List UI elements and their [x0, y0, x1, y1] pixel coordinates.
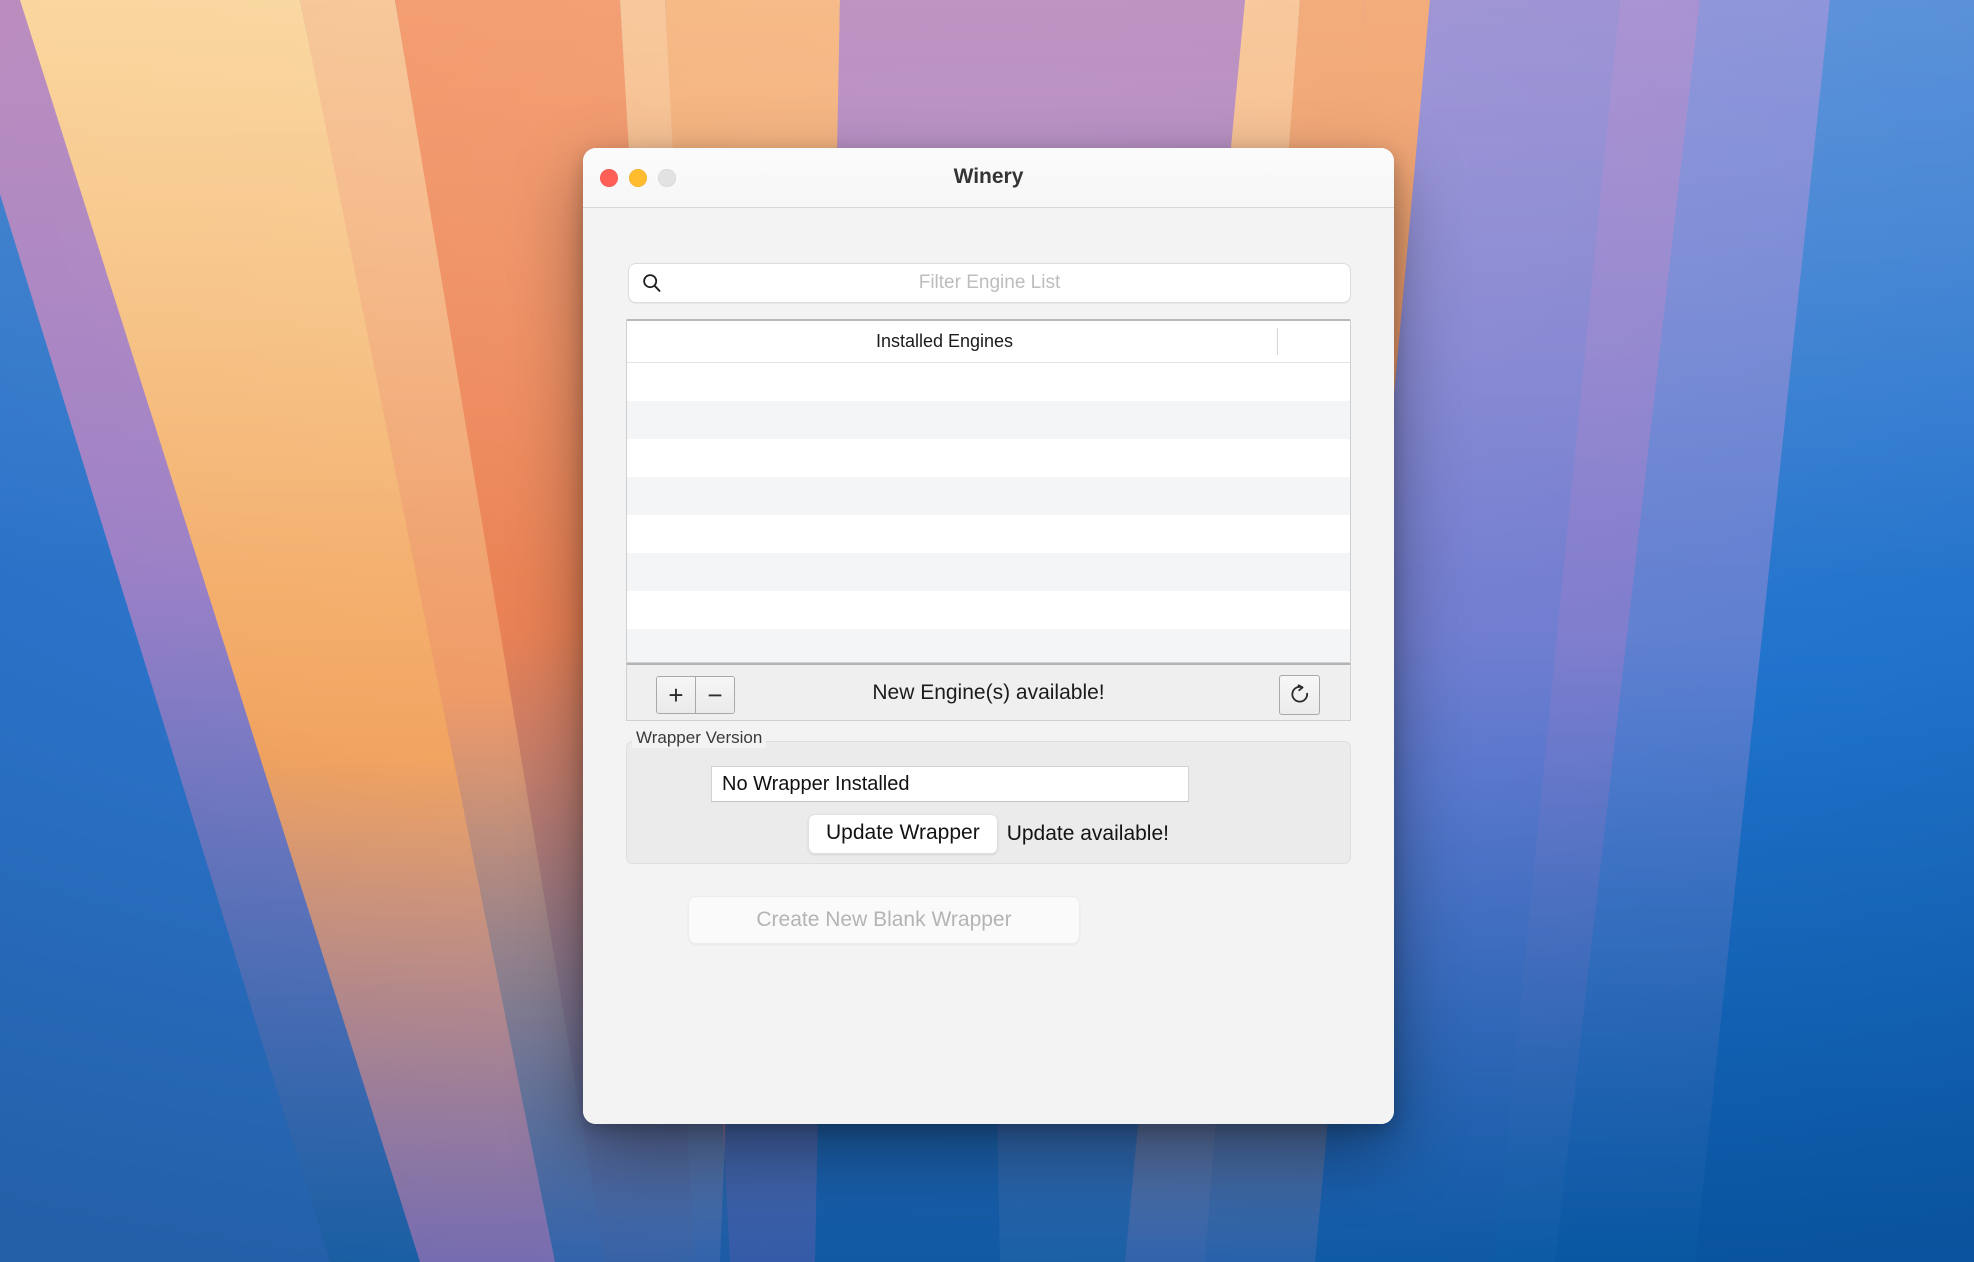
- window-titlebar[interactable]: Winery: [583, 148, 1394, 208]
- table-row[interactable]: [627, 439, 1350, 477]
- wrapper-version-group-label: Wrapper Version: [632, 728, 767, 748]
- remove-engine-button[interactable]: −: [695, 677, 734, 713]
- update-wrapper-button[interactable]: Update Wrapper: [808, 814, 998, 854]
- column-header-installed-engines[interactable]: Installed Engines: [627, 321, 1262, 361]
- window-content: Installed Engines + − New Engine(s) avai…: [583, 208, 1394, 1124]
- engine-status-text: New Engine(s) available!: [872, 680, 1105, 704]
- wrapper-version-group: No Wrapper Installed Update Wrapper Upda…: [626, 741, 1351, 864]
- table-body: [627, 363, 1350, 662]
- engine-list-toolbar: + − New Engine(s) available!: [626, 663, 1351, 721]
- installed-engines-table[interactable]: Installed Engines: [626, 319, 1351, 663]
- wrapper-version-value[interactable]: No Wrapper Installed: [711, 766, 1189, 802]
- table-row[interactable]: [627, 401, 1350, 439]
- update-row: Update Wrapper Update available!: [627, 814, 1350, 854]
- refresh-engines-button[interactable]: [1279, 675, 1320, 715]
- window-title: Winery: [953, 165, 1024, 188]
- column-resize-divider[interactable]: [1277, 328, 1278, 355]
- table-row[interactable]: [627, 591, 1350, 629]
- winery-window: Winery Installed Engines: [583, 148, 1394, 1124]
- refresh-icon: [1290, 684, 1308, 703]
- table-row[interactable]: [627, 553, 1350, 591]
- search-icon: [643, 274, 661, 292]
- add-engine-button[interactable]: +: [657, 677, 695, 713]
- create-new-blank-wrapper-button[interactable]: Create New Blank Wrapper: [688, 896, 1080, 944]
- update-status-text: Update available!: [1006, 822, 1169, 845]
- table-row[interactable]: [627, 515, 1350, 553]
- table-row[interactable]: [627, 363, 1350, 401]
- search-input[interactable]: [629, 264, 1350, 302]
- add-remove-segmented-control: + −: [656, 676, 735, 714]
- table-row[interactable]: [627, 629, 1350, 662]
- table-header-row: Installed Engines: [627, 321, 1350, 363]
- filter-engine-search-field[interactable]: [628, 263, 1351, 303]
- table-row[interactable]: [627, 477, 1350, 515]
